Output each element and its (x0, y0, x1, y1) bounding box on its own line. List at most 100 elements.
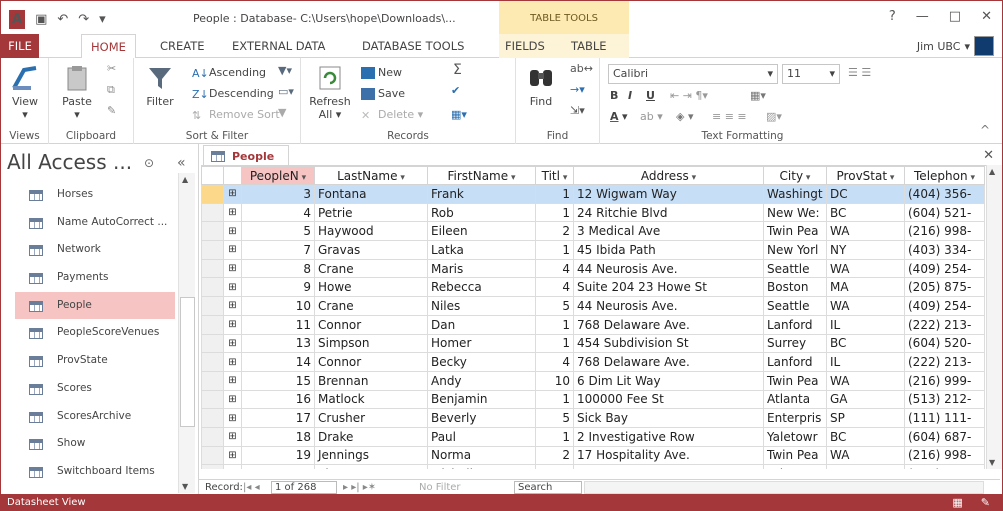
cell[interactable]: Becky (427, 352, 536, 372)
expand-icon[interactable]: ⊞ (223, 314, 242, 335)
spelling-icon[interactable]: ✔ (451, 84, 460, 97)
cell[interactable]: 5 (535, 408, 574, 428)
table-row[interactable]: ⊞ 8 Crane Maris 4 44 Neurosis Ave. Seattle WA (4… (201, 258, 985, 279)
cell[interactable]: 2 Investigative Row (573, 426, 764, 447)
column-header[interactable]: Address ▾ (573, 166, 764, 185)
cell[interactable]: 100000 Fee St (573, 389, 764, 410)
record-selector[interactable] (201, 314, 224, 335)
record-selector[interactable] (201, 352, 224, 372)
cell[interactable]: (222) 213- (904, 314, 985, 335)
font-color-button[interactable]: A ▾ (610, 110, 628, 123)
cell[interactable]: Lanford (763, 352, 827, 372)
record-selector[interactable] (201, 202, 224, 223)
column-header[interactable]: Telephon ▾ (904, 166, 985, 185)
datasheet-vscrollbar[interactable]: ▲ ▼ (986, 165, 1002, 469)
record-selector[interactable] (201, 408, 224, 428)
cell[interactable]: 4 (241, 202, 315, 223)
column-filter-icon[interactable]: ▾ (299, 173, 307, 183)
save-icon[interactable]: ▣ (35, 12, 47, 27)
cell[interactable]: 1 (535, 389, 574, 410)
cell[interactable]: 2 (535, 445, 574, 466)
cell[interactable]: 4 (535, 258, 574, 279)
cell[interactable]: 23 Evenmore St (573, 464, 764, 469)
table-row[interactable]: ⊞ 9 Howe Rebecca 4 Suite 204 23 Howe St Boston… (201, 277, 985, 298)
cell[interactable]: Fontana (314, 184, 428, 204)
cell[interactable]: Howe (314, 277, 428, 298)
remove-sort-button[interactable]: ⇅ Remove Sort (192, 108, 280, 122)
tab-database-tools[interactable]: DATABASE TOOLS (353, 34, 473, 58)
font-name-select[interactable]: Calibri ▾ (608, 64, 778, 84)
record-selector[interactable] (201, 370, 224, 391)
expand-icon[interactable]: ⊞ (223, 389, 242, 410)
cell[interactable]: (205) 875- (904, 277, 985, 298)
expand-icon[interactable]: ⊞ (223, 464, 242, 469)
search-input[interactable]: Search (514, 481, 582, 494)
nav-item-provstate[interactable]: ProvState (15, 347, 175, 375)
first-record-icon[interactable]: |◂ ◂ (243, 482, 260, 493)
cell[interactable]: Seattle (763, 258, 827, 279)
cell[interactable]: 10 (535, 370, 574, 391)
column-filter-icon[interactable]: ▾ (803, 173, 811, 183)
table-row[interactable]: ⊞ 18 Drake Paul 1 2 Investigative Row Yaletowr… (201, 426, 985, 447)
user-account[interactable]: Jim UBC ▾ (917, 36, 994, 56)
cell[interactable]: (403) 334- (904, 240, 985, 260)
cell[interactable]: (409) 254- (904, 296, 985, 316)
cell[interactable]: 7 (241, 240, 315, 260)
cell[interactable]: New We: (763, 202, 827, 223)
cell[interactable]: 1 (535, 202, 574, 223)
cell[interactable]: (404) 356- (904, 184, 985, 204)
cell[interactable]: 10 (241, 296, 315, 316)
cell[interactable]: 20 (241, 464, 315, 469)
nav-item-people[interactable]: People (15, 291, 175, 320)
cell[interactable]: Crane (314, 296, 428, 316)
cell[interactable]: Michelle (427, 464, 536, 469)
cell[interactable]: Niles (427, 296, 536, 316)
cell[interactable]: Latka (427, 240, 536, 260)
cell[interactable]: 5 (535, 296, 574, 316)
cell[interactable]: 1 (535, 426, 574, 447)
expand-icon[interactable]: ⊞ (223, 426, 242, 447)
cell[interactable]: (513) 212- (904, 389, 985, 410)
advanced-filter-icon[interactable]: ▭▾ (278, 85, 294, 98)
new-record-button[interactable]: New (361, 66, 402, 79)
nav-item-name-autocorrect[interactable]: Name AutoCorrect ... (15, 209, 175, 237)
nav-item-payments[interactable]: Payments (15, 264, 175, 292)
cell[interactable]: 11 (241, 314, 315, 335)
cell[interactable]: BC (826, 333, 905, 354)
record-selector[interactable] (201, 464, 224, 469)
cell[interactable]: 1 (535, 333, 574, 354)
column-header[interactable]: ProvStat ▾ (826, 166, 905, 185)
record-selector[interactable] (201, 258, 224, 279)
cell[interactable]: Maris (427, 258, 536, 279)
table-row[interactable]: ⊞ 13 Simpson Homer 1 454 Subdivision St Surrey… (201, 333, 985, 354)
cell[interactable]: 14 (241, 352, 315, 372)
bold-button[interactable]: B (610, 89, 618, 102)
highlight-icon[interactable]: ab ▾ (640, 110, 663, 123)
record-selector[interactable] (201, 277, 224, 298)
table-row[interactable]: ⊞20ThomasMichelle423 Evenmore StAtlantaG… (201, 464, 985, 469)
cell[interactable]: WA (826, 221, 905, 242)
nav-item-scores[interactable]: Scores (15, 375, 175, 403)
tab-table[interactable]: TABLE (562, 34, 616, 58)
underline-button[interactable]: U (646, 89, 655, 102)
copy-icon[interactable]: ⧉ (107, 83, 115, 97)
cell[interactable]: Simpson (314, 333, 428, 354)
cell[interactable]: Benjamin (427, 389, 536, 410)
alternate-row-color-icon[interactable]: ▨▾ (766, 110, 782, 123)
cell[interactable]: 17 Hospitality Ave. (573, 445, 764, 466)
refresh-all-button[interactable]: Refresh All ▾ (307, 64, 353, 121)
column-filter-icon[interactable]: ▾ (968, 173, 975, 183)
cell[interactable]: GA (826, 464, 905, 469)
cell[interactable]: SP (826, 408, 905, 428)
replace-icon[interactable]: ab↔ (570, 62, 593, 75)
cell[interactable]: Jennings (314, 445, 428, 466)
table-row[interactable]: ⊞ 16 Matlock Benjamin 1 100000 Fee St Atlanta G… (201, 389, 985, 410)
cell[interactable]: (111) 111- (904, 408, 985, 428)
record-selector[interactable] (201, 221, 224, 242)
cell[interactable]: 6 Dim Lit Way (573, 370, 764, 391)
cell[interactable]: 1 (535, 314, 574, 335)
cell[interactable]: WA (826, 258, 905, 279)
cell[interactable]: (604) 521- (904, 202, 985, 223)
descending-button[interactable]: Z↓Descending (192, 87, 274, 101)
scroll-down-icon[interactable]: ▼ (182, 482, 188, 491)
